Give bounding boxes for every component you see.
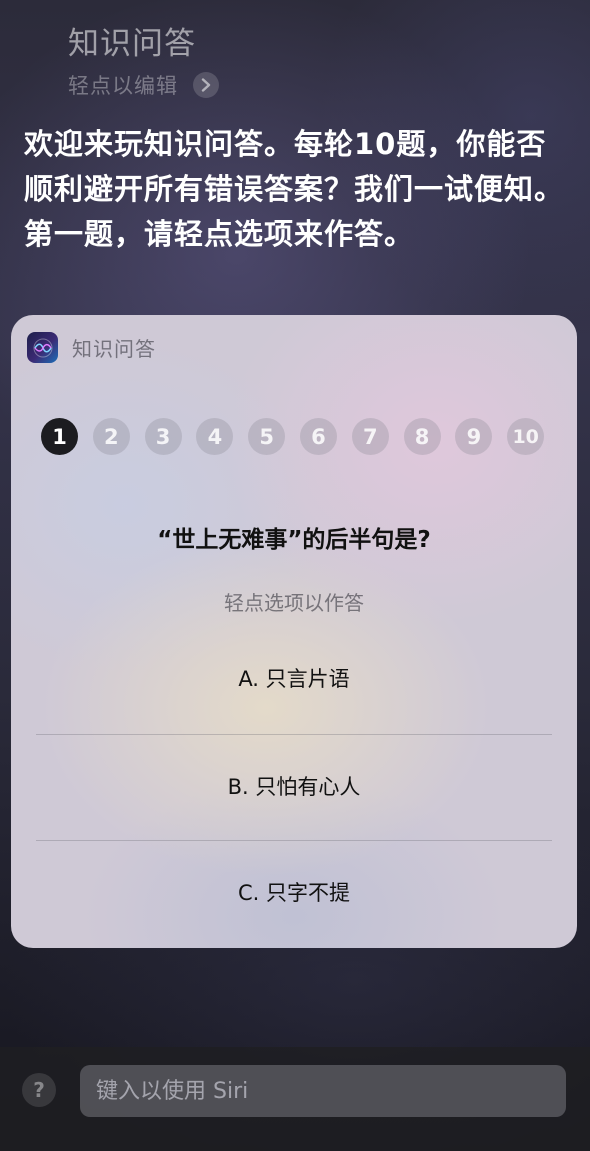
question-progress: 1 2 3 4 5 6 7 8 9 10 bbox=[41, 418, 559, 455]
help-button[interactable]: ? bbox=[22, 1073, 56, 1107]
siri-response-text: 欢迎来玩知识问答。每轮10题，你能否顺利避开所有错误答案？我们一试便知。第一题，… bbox=[24, 127, 565, 251]
tap-to-edit-label: 轻点以编辑 bbox=[68, 74, 178, 98]
siri-app-icon bbox=[27, 332, 58, 363]
option-a-button[interactable]: A. 只言片语 bbox=[36, 625, 552, 731]
progress-dot-6: 6 bbox=[299, 418, 337, 455]
tap-to-edit-row[interactable]: 轻点以编辑 bbox=[68, 70, 219, 100]
chevron-right-icon[interactable] bbox=[193, 72, 219, 98]
answer-hint: 轻点选项以作答 bbox=[224, 591, 364, 615]
trivia-card: 知识问答 1 2 3 4 5 6 7 8 9 10 “世上无难事”的后半句是? … bbox=[11, 315, 577, 948]
progress-dot-8: 8 bbox=[403, 418, 441, 455]
progress-dot-9: 9 bbox=[455, 418, 493, 455]
siri-query-text[interactable]: 知识问答 bbox=[68, 18, 196, 63]
card-app-name: 知识问答 bbox=[72, 337, 156, 361]
progress-dot-2: 2 bbox=[92, 418, 130, 455]
progress-dot-7: 7 bbox=[351, 418, 389, 455]
siri-input-bar: ? bbox=[0, 1047, 590, 1151]
option-b-button[interactable]: B. 只怕有心人 bbox=[36, 733, 552, 839]
option-c-button[interactable]: C. 只字不提 bbox=[36, 839, 552, 945]
progress-dot-3: 3 bbox=[144, 418, 182, 455]
progress-dot-10: 10 bbox=[507, 418, 545, 455]
type-to-siri-input[interactable] bbox=[80, 1065, 566, 1117]
progress-dot-5: 5 bbox=[248, 418, 286, 455]
question-text: “世上无难事”的后半句是? bbox=[157, 527, 431, 553]
card-header: 知识问答 bbox=[27, 332, 156, 363]
progress-dot-4: 4 bbox=[196, 418, 234, 455]
progress-dot-1: 1 bbox=[41, 418, 78, 455]
